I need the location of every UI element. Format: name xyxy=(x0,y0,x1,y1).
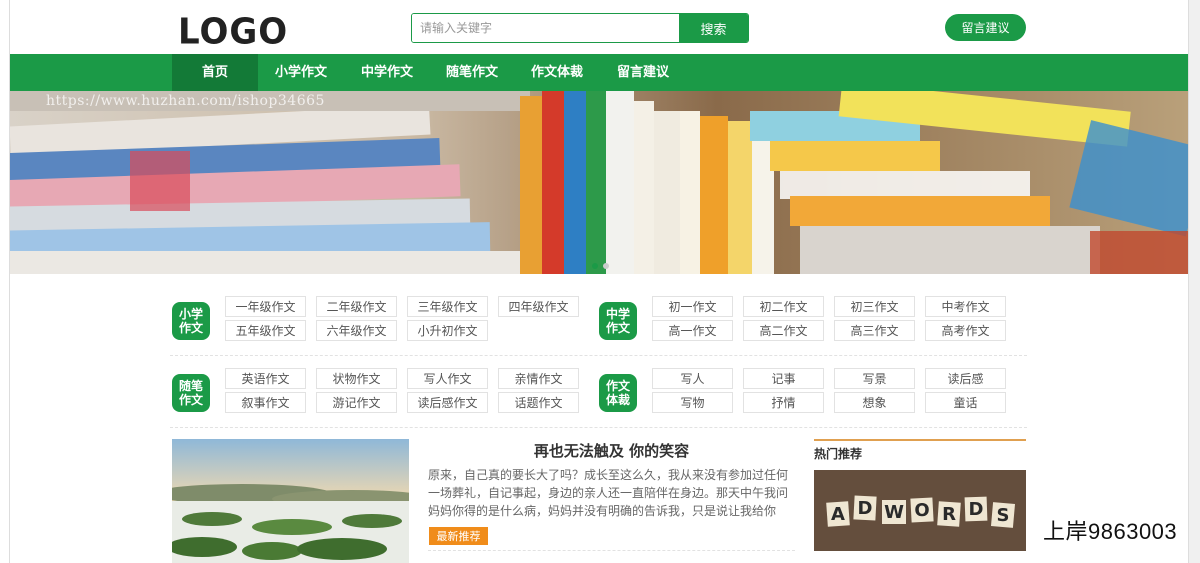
tag-link[interactable]: 初一作文 xyxy=(652,296,733,317)
tag-link[interactable]: 三年级作文 xyxy=(407,296,488,317)
category-label: 中学作文 xyxy=(605,307,630,335)
tag-link[interactable]: 叙事作文 xyxy=(225,392,306,413)
search-button[interactable]: 搜索 xyxy=(679,14,748,42)
tile-letter: A xyxy=(831,504,845,525)
category-badge-genre[interactable]: 作文体裁 xyxy=(599,374,637,412)
banner-carousel[interactable]: https://www.huzhan.com/ishop34665 xyxy=(10,91,1188,274)
overlay-caption: 上岸9863003 xyxy=(1043,519,1178,544)
tag-link[interactable]: 写人作文 xyxy=(407,368,488,389)
divider xyxy=(428,550,795,551)
article-excerpt: 原来，自己真的要长大了吗？成长至这么久，我从来没有参加过任何一场葬礼，自记事起，… xyxy=(428,468,789,518)
tag-link[interactable]: 二年级作文 xyxy=(316,296,397,317)
carousel-dots xyxy=(592,263,609,269)
hot-article-thumbnail[interactable]: A D W O R D S xyxy=(814,470,1026,551)
tag-link[interactable]: 读后感作文 xyxy=(407,392,488,413)
tag-link[interactable]: 游记作文 xyxy=(316,392,397,413)
tag-link[interactable]: 小升初作文 xyxy=(407,320,488,341)
watermark-text: https://www.huzhan.com/ishop34665 xyxy=(46,93,325,109)
vertical-scrollbar[interactable] xyxy=(1188,0,1200,563)
site-logo[interactable]: LOGO xyxy=(178,11,288,53)
tag-link[interactable]: 抒情 xyxy=(743,392,824,413)
tile-letter: S xyxy=(997,505,1010,526)
tag-link[interactable]: 高一作文 xyxy=(652,320,733,341)
category-badge-primary[interactable]: 小学作文 xyxy=(172,302,210,340)
divider xyxy=(170,427,1027,428)
article-title[interactable]: 再也无法触及 你的笑容 xyxy=(428,440,795,461)
page: LOGO 搜索 留言建议 首页 小学作文 中学作文 随笔作文 作文体裁 留言建议 xyxy=(0,0,1200,563)
tag-link[interactable]: 中考作文 xyxy=(925,296,1006,317)
tag-link[interactable]: 写景 xyxy=(834,368,915,389)
tile-letter: R xyxy=(942,504,956,525)
tag-link[interactable]: 英语作文 xyxy=(225,368,306,389)
tag-link[interactable]: 初三作文 xyxy=(834,296,915,317)
carousel-dot[interactable] xyxy=(603,263,609,269)
tag-link[interactable]: 话题作文 xyxy=(498,392,579,413)
hot-section-title: 热门推荐 xyxy=(814,439,1026,462)
tile-letter: D xyxy=(969,499,984,520)
nav-item-home[interactable]: 首页 xyxy=(172,54,258,91)
landscape-image xyxy=(172,439,409,563)
tag-link[interactable]: 一年级作文 xyxy=(225,296,306,317)
category-label: 作文体裁 xyxy=(605,379,630,407)
nav-item-genre[interactable]: 作文体裁 xyxy=(516,54,598,91)
nav-item-essay[interactable]: 随笔作文 xyxy=(431,54,513,91)
tag-link[interactable]: 高三作文 xyxy=(834,320,915,341)
header: LOGO 搜索 留言建议 xyxy=(10,0,1188,54)
tile-letter: O xyxy=(914,500,929,521)
article-thumbnail[interactable] xyxy=(172,439,409,563)
category-badge-middle[interactable]: 中学作文 xyxy=(599,302,637,340)
tag-link[interactable]: 高考作文 xyxy=(925,320,1006,341)
banner-image-books xyxy=(10,91,1188,274)
search-box: 搜索 xyxy=(411,13,749,43)
carousel-dot[interactable] xyxy=(592,263,598,269)
nav-item-middle[interactable]: 中学作文 xyxy=(346,54,428,91)
latest-recommend-badge[interactable]: 最新推荐 xyxy=(429,527,488,545)
adwords-tiles-image: A D W O R D S xyxy=(814,470,1026,551)
tag-link[interactable]: 想象 xyxy=(834,392,915,413)
tag-link[interactable]: 六年级作文 xyxy=(316,320,397,341)
main-nav: 首页 小学作文 中学作文 随笔作文 作文体裁 留言建议 xyxy=(10,54,1188,91)
category-label: 小学作文 xyxy=(178,307,203,335)
tile-letter: D xyxy=(858,498,873,519)
tag-link[interactable]: 亲情作文 xyxy=(498,368,579,389)
tag-link[interactable]: 初二作文 xyxy=(743,296,824,317)
tag-link[interactable]: 四年级作文 xyxy=(498,296,579,317)
category-badge-essay[interactable]: 随笔作文 xyxy=(172,374,210,412)
message-button[interactable]: 留言建议 xyxy=(945,14,1026,41)
nav-item-message[interactable]: 留言建议 xyxy=(602,54,684,91)
tag-link[interactable]: 写人 xyxy=(652,368,733,389)
tag-link[interactable]: 状物作文 xyxy=(316,368,397,389)
nav-item-primary[interactable]: 小学作文 xyxy=(260,54,342,91)
tag-link[interactable]: 高二作文 xyxy=(743,320,824,341)
tile-letter: W xyxy=(884,502,904,523)
tag-link[interactable]: 五年级作文 xyxy=(225,320,306,341)
tag-link[interactable]: 童话 xyxy=(925,392,1006,413)
divider xyxy=(170,355,1027,356)
tag-link[interactable]: 记事 xyxy=(743,368,824,389)
tag-link[interactable]: 写物 xyxy=(652,392,733,413)
window-frame-left xyxy=(0,0,10,563)
category-label: 随笔作文 xyxy=(178,379,203,407)
search-input[interactable] xyxy=(412,14,679,42)
tag-link[interactable]: 读后感 xyxy=(925,368,1006,389)
